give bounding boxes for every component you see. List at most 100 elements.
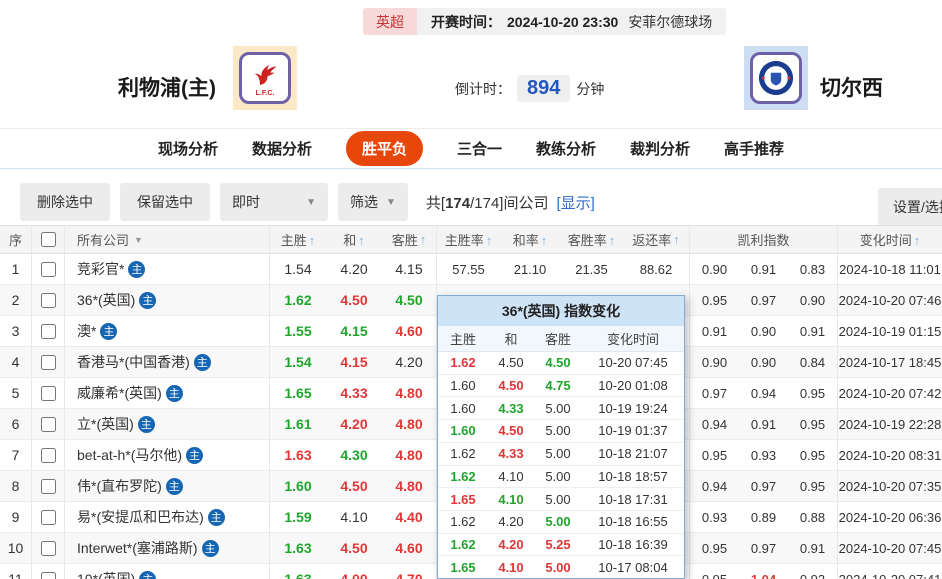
kelly-away: 0.84 xyxy=(788,355,837,370)
col-home-rate[interactable]: 主胜率↑ xyxy=(437,230,500,249)
draw-odds[interactable]: 4.15 xyxy=(326,354,382,370)
row-checkbox[interactable] xyxy=(41,541,56,556)
home-odds[interactable]: 1.62 xyxy=(270,292,326,308)
row-checkbox[interactable] xyxy=(41,448,56,463)
settings-button[interactable]: 设置/选择 xyxy=(878,188,942,226)
kelly-home: 0.95 xyxy=(690,448,739,463)
row-checkbox[interactable] xyxy=(41,355,56,370)
row-checkbox[interactable] xyxy=(41,510,56,525)
kelly-draw: 0.91 xyxy=(739,262,788,277)
home-odds[interactable]: 1.65 xyxy=(270,385,326,401)
home-odds[interactable]: 1.54 xyxy=(270,354,326,370)
company-cell[interactable]: 竞彩官*主 xyxy=(65,254,270,284)
company-name: 36*(英国) xyxy=(77,290,135,310)
draw-odds[interactable]: 4.30 xyxy=(326,447,382,463)
away-odds[interactable]: 4.80 xyxy=(382,471,437,501)
kelly-away: 0.95 xyxy=(788,417,837,432)
tab-live-analysis[interactable]: 现场分析 xyxy=(158,138,218,159)
draw-odds[interactable]: 4.50 xyxy=(326,292,382,308)
row-checkbox[interactable] xyxy=(41,417,56,432)
company-cell[interactable]: 立*(英国)主 xyxy=(65,409,270,439)
company-cell[interactable]: 易*(安提瓜和巴布达)主 xyxy=(65,502,270,532)
tab-coach-analysis[interactable]: 教练分析 xyxy=(536,138,596,159)
company-cell[interactable]: Interwet*(塞浦路斯)主 xyxy=(65,533,270,563)
row-checkbox[interactable] xyxy=(41,479,56,494)
home-odds[interactable]: 1.63 xyxy=(270,571,326,579)
col-return-rate[interactable]: 返还率↑ xyxy=(623,226,690,253)
popup-home-odds: 1.65 xyxy=(438,492,488,507)
away-odds[interactable]: 4.60 xyxy=(382,533,437,563)
liverpool-crest-icon: L.F.C. xyxy=(239,52,291,104)
company-cell[interactable]: 威廉希*(英国)主 xyxy=(65,378,270,408)
draw-odds[interactable]: 4.15 xyxy=(326,323,382,339)
popup-header-row: 主胜 和 客胜 变化时间 xyxy=(438,326,684,352)
select-all-checkbox[interactable] xyxy=(41,232,56,247)
away-odds[interactable]: 4.80 xyxy=(382,440,437,470)
draw-odds[interactable]: 4.33 xyxy=(326,385,382,401)
col-draw-rate[interactable]: 和率↑ xyxy=(500,230,560,249)
row-checkbox[interactable] xyxy=(41,386,56,401)
popup-body: 1.624.504.5010-20 07:451.604.504.7510-20… xyxy=(438,352,684,578)
away-odds[interactable]: 4.15 xyxy=(382,254,437,284)
tab-referee-analysis[interactable]: 裁判分析 xyxy=(630,138,690,159)
away-odds[interactable]: 4.70 xyxy=(382,564,437,579)
popup-title: 36*(英国) 指数变化 xyxy=(438,296,684,326)
row-checkbox[interactable] xyxy=(41,293,56,308)
home-odds[interactable]: 1.60 xyxy=(270,478,326,494)
col-change-time[interactable]: 变化时间↑ xyxy=(838,230,942,249)
chevron-down-icon: ▼ xyxy=(134,235,143,245)
row-checkbox[interactable] xyxy=(41,572,56,579)
home-badge: 主 xyxy=(139,292,156,309)
home-odds[interactable]: 1.59 xyxy=(270,509,326,525)
row-checkbox[interactable] xyxy=(41,262,56,277)
company-cell[interactable]: 36*(英国)主 xyxy=(65,285,270,315)
tab-data-analysis[interactable]: 数据分析 xyxy=(252,138,312,159)
away-odds[interactable]: 4.20 xyxy=(382,347,437,377)
row-checkbox[interactable] xyxy=(41,324,56,339)
company-cell[interactable]: 澳*主 xyxy=(65,316,270,346)
company-cell[interactable]: 香港马*(中国香港)主 xyxy=(65,347,270,377)
draw-odds[interactable]: 4.50 xyxy=(326,478,382,494)
company-name: Interwet*(塞浦路斯) xyxy=(77,538,198,558)
draw-odds[interactable]: 4.20 xyxy=(326,416,382,432)
col-home-odds[interactable]: 主胜↑ xyxy=(270,230,326,249)
draw-odds[interactable]: 4.00 xyxy=(326,571,382,579)
sort-asc-icon: ↑ xyxy=(420,232,427,247)
away-odds[interactable]: 4.40 xyxy=(382,502,437,532)
col-company[interactable]: 所有公司 ▼ xyxy=(65,226,270,253)
filter-label: 筛选 xyxy=(350,192,378,212)
away-odds[interactable]: 4.50 xyxy=(382,285,437,315)
change-time: 2024-10-17 18:45 xyxy=(838,355,942,370)
draw-odds[interactable]: 4.20 xyxy=(326,261,382,277)
company-cell[interactable]: 伟*(直布罗陀)主 xyxy=(65,471,270,501)
away-odds[interactable]: 4.80 xyxy=(382,378,437,408)
show-link[interactable]: [显示] xyxy=(556,192,594,213)
filter-dropdown[interactable]: 筛选 ▼ xyxy=(338,183,408,221)
draw-odds[interactable]: 4.10 xyxy=(326,509,382,525)
home-odds[interactable]: 1.61 xyxy=(270,416,326,432)
col-draw-odds[interactable]: 和↑ xyxy=(326,230,382,249)
home-odds[interactable]: 1.63 xyxy=(270,540,326,556)
tab-win-draw-lose[interactable]: 胜平负 xyxy=(346,131,423,166)
company-cell[interactable]: bet-at-h*(马尔他)主 xyxy=(65,440,270,470)
away-odds[interactable]: 4.60 xyxy=(382,316,437,346)
col-away-rate[interactable]: 客胜率↑ xyxy=(560,230,623,249)
away-odds[interactable]: 4.80 xyxy=(382,409,437,439)
company-cell[interactable]: 10*(英国)主 xyxy=(65,564,270,579)
keep-selected-button[interactable]: 保留选中 xyxy=(120,183,210,221)
kelly-draw: 1.04 xyxy=(739,572,788,579)
kickoff-time: 2024-10-20 23:30 xyxy=(507,14,618,30)
home-odds[interactable]: 1.54 xyxy=(270,261,326,277)
tab-expert-recommend[interactable]: 高手推荐 xyxy=(724,138,784,159)
popup-change-time: 10-18 16:55 xyxy=(582,514,684,529)
row-seq: 9 xyxy=(0,502,32,532)
tab-three-in-one[interactable]: 三合一 xyxy=(457,138,502,159)
home-odds[interactable]: 1.55 xyxy=(270,323,326,339)
draw-odds[interactable]: 4.50 xyxy=(326,540,382,556)
home-odds[interactable]: 1.63 xyxy=(270,447,326,463)
delete-selected-button[interactable]: 删除选中 xyxy=(20,183,110,221)
col-away-odds[interactable]: 客胜↑ xyxy=(382,226,437,253)
row-checkbox-cell xyxy=(32,347,65,377)
time-mode-select[interactable]: 即时 ▼ xyxy=(220,183,328,221)
popup-home-odds: 1.60 xyxy=(438,401,488,416)
